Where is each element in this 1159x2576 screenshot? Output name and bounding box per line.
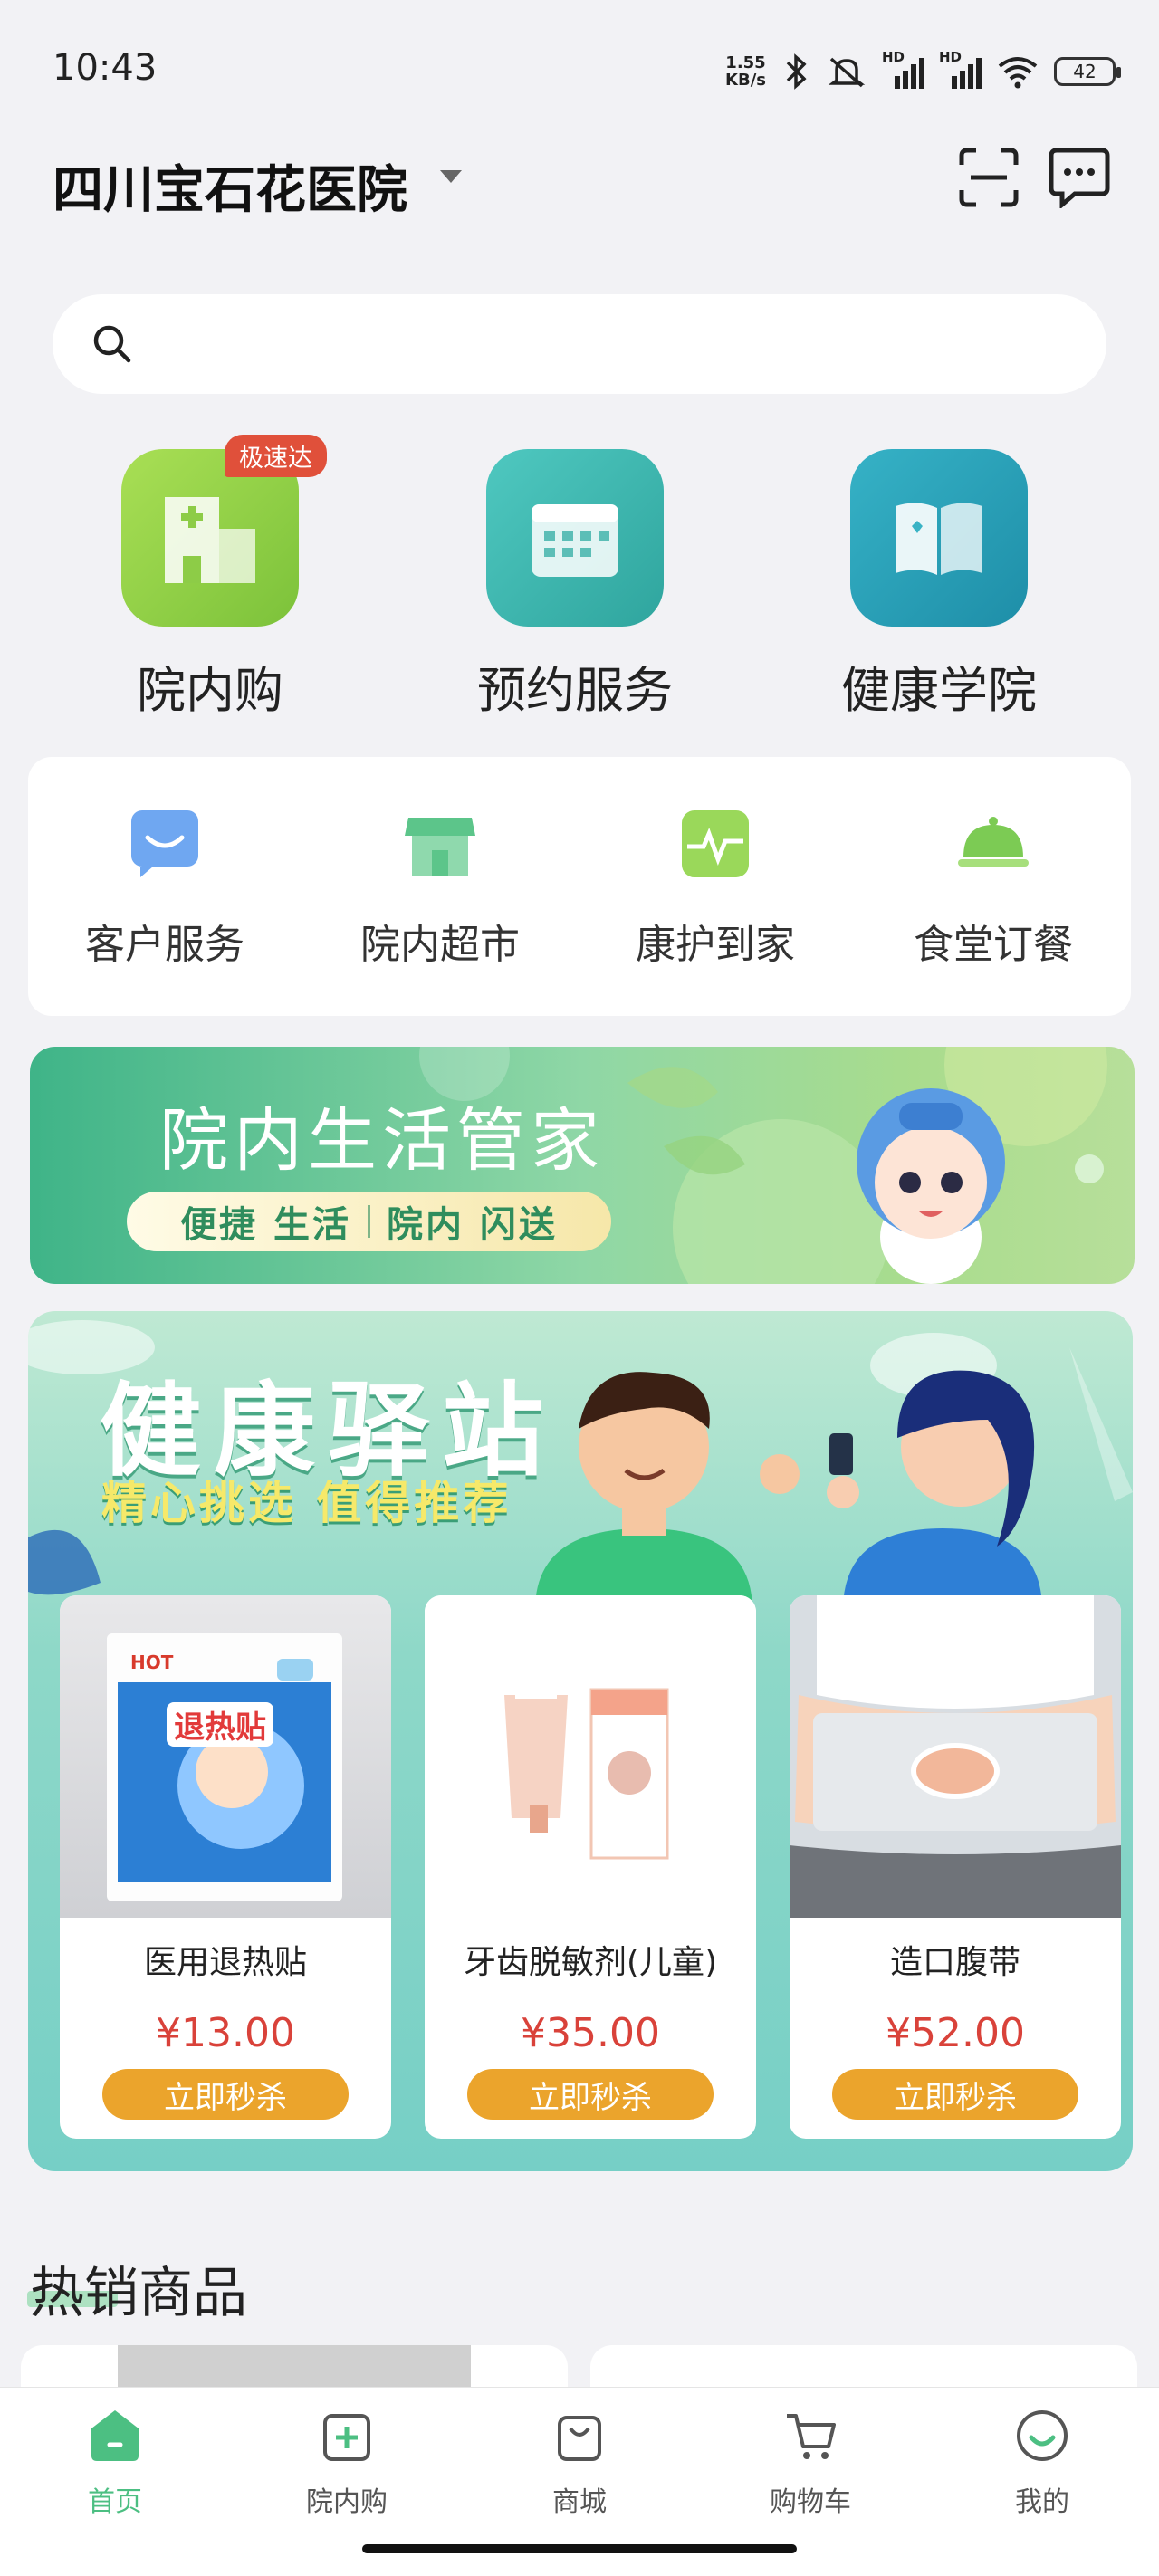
service-label: 院内超市 xyxy=(360,922,520,968)
service-canteen[interactable]: 食堂订餐 xyxy=(867,803,1120,970)
network-speed: 1.55 KB/s xyxy=(725,53,766,90)
life-banner-pill: 便捷 生活 院内 闪送 xyxy=(127,1192,611,1251)
home-indicator[interactable] xyxy=(362,2544,797,2553)
product-card[interactable]: HOT 退热贴 医用退热贴 ¥13.00 立即秒杀 xyxy=(60,1595,391,2139)
dish-cover-icon xyxy=(953,803,1034,885)
tab-label: 院内购 xyxy=(306,2486,388,2518)
entry-health-academy[interactable]: 健康学院 xyxy=(803,449,1075,722)
signal-2: HD xyxy=(939,49,982,89)
product-card[interactable]: 牙齿脱敏剂(儿童) ¥35.00 立即秒杀 xyxy=(425,1595,756,2139)
product-image: HOT 退热贴 xyxy=(60,1595,391,1918)
product-name: 医用退热贴 xyxy=(143,1944,307,1981)
cart-icon xyxy=(787,2414,836,2459)
entry-label: 健康学院 xyxy=(841,662,1037,719)
health-station-subtitle: 精心挑选 值得推荐 xyxy=(101,1477,512,1529)
home-icon xyxy=(91,2410,139,2461)
tab-profile[interactable]: 我的 xyxy=(952,2407,1133,2519)
tab-label: 我的 xyxy=(1015,2486,1069,2518)
tab-home[interactable]: 首页 xyxy=(24,2407,206,2519)
product-price: ¥35.00 xyxy=(521,2010,660,2056)
wifi-icon xyxy=(998,57,1038,89)
tab-label: 首页 xyxy=(88,2486,142,2518)
book-icon xyxy=(850,449,1028,627)
life-banner-title: 院内生活管家 xyxy=(159,1100,605,1181)
product-price: ¥13.00 xyxy=(156,2010,295,2056)
woman-illustration xyxy=(827,1370,1042,1610)
medical-bag-icon xyxy=(323,2414,370,2461)
caret-down-icon[interactable] xyxy=(440,170,462,183)
entry-appointment[interactable]: 预约服务 xyxy=(439,449,711,722)
search-input[interactable] xyxy=(53,294,1106,394)
product-card[interactable]: 造口腹带 ¥52.00 立即秒杀 xyxy=(790,1595,1121,2139)
bluetooth-icon xyxy=(786,53,807,90)
service-label: 食堂订餐 xyxy=(914,922,1073,968)
product-image xyxy=(425,1595,756,1918)
service-customer-service[interactable]: 客户服务 xyxy=(38,803,292,970)
mute-icon xyxy=(828,57,866,88)
chat-bubble-icon xyxy=(124,803,206,885)
scan-icon[interactable] xyxy=(958,147,1020,208)
signal-1: HD xyxy=(882,49,924,89)
flash-buy-button[interactable]: 立即秒杀 xyxy=(832,2069,1078,2120)
tab-label: 商城 xyxy=(552,2486,607,2518)
flash-buy-button[interactable]: 立即秒杀 xyxy=(467,2069,714,2120)
hospital-selector[interactable]: 四川宝石花医院 xyxy=(53,149,407,223)
tab-label: 购物车 xyxy=(770,2486,851,2518)
tab-hospital-shopping[interactable]: 院内购 xyxy=(256,2407,437,2519)
message-icon[interactable] xyxy=(1048,147,1111,208)
battery-indicator: 42 xyxy=(1054,57,1121,86)
service-label: 康护到家 xyxy=(636,922,795,968)
product-box-brand: HOT xyxy=(130,1652,174,1673)
man-illustration xyxy=(535,1372,800,1610)
hot-products-title: 热销商品 xyxy=(30,2262,247,2325)
status-icons: 1.55 KB/s HD HD 42 xyxy=(725,49,1121,94)
entry-label: 预约服务 xyxy=(477,662,673,719)
search-icon xyxy=(93,325,131,363)
product-name: 造口腹带 xyxy=(889,1944,1020,1981)
product-image xyxy=(790,1595,1121,1918)
smile-profile-icon xyxy=(1017,2410,1068,2461)
store-icon xyxy=(399,803,481,885)
product-box-text: 退热贴 xyxy=(167,1702,273,1747)
calendar-icon xyxy=(486,449,664,627)
flash-buy-button[interactable]: 立即秒杀 xyxy=(102,2069,349,2120)
entry-label: 院内购 xyxy=(137,662,283,719)
service-supermarket[interactable]: 院内超市 xyxy=(313,803,567,970)
product-price: ¥52.00 xyxy=(886,2010,1025,2056)
product-name: 牙齿脱敏剂(儿童) xyxy=(463,1944,718,1981)
tab-mall[interactable]: 商城 xyxy=(489,2407,670,2519)
status-time: 10:43 xyxy=(53,47,158,89)
heart-monitor-icon xyxy=(675,803,756,885)
service-home-care[interactable]: 康护到家 xyxy=(589,803,842,970)
entry-hospital-shopping[interactable]: 院内购 xyxy=(74,449,346,722)
tab-cart[interactable]: 购物车 xyxy=(720,2407,901,2519)
service-label: 客户服务 xyxy=(85,922,244,968)
shopping-bag-icon xyxy=(558,2416,601,2461)
fast-delivery-badge: 极速达 xyxy=(225,435,327,477)
